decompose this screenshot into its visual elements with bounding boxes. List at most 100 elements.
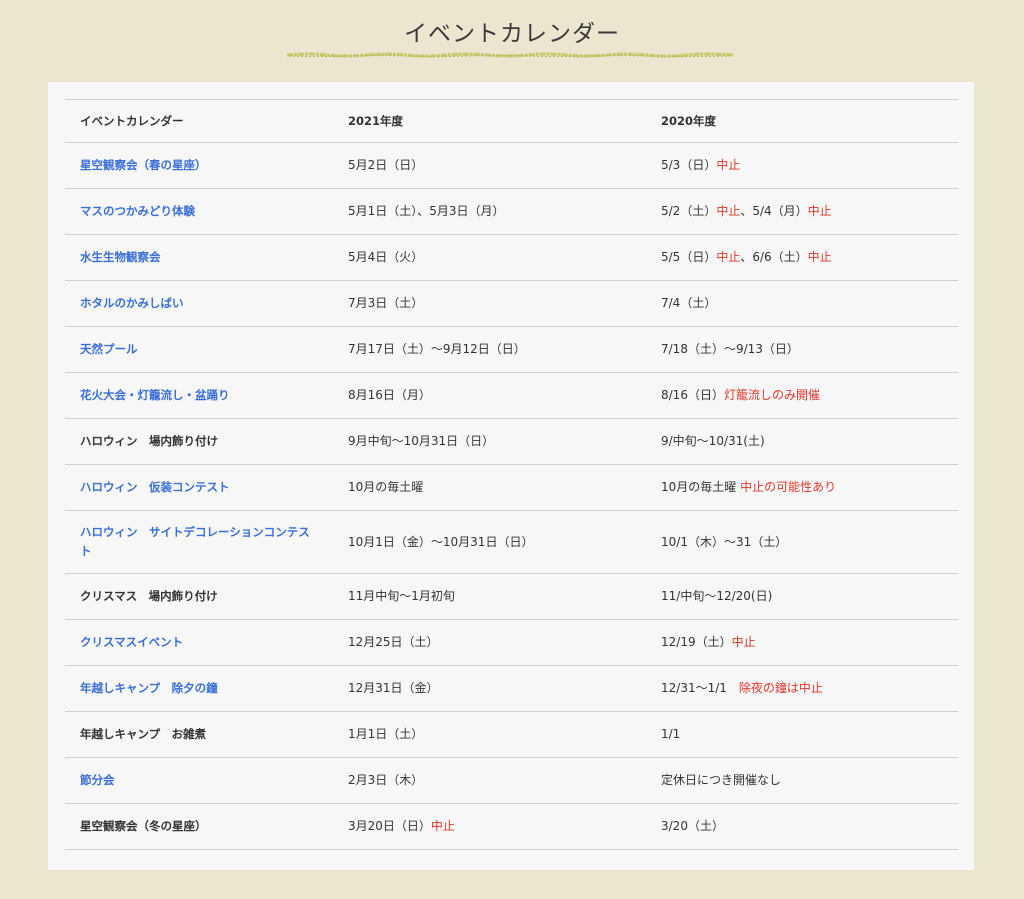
event-link[interactable]: 天然プール [80, 342, 138, 356]
date-text: 10月の毎土曜 [348, 480, 424, 494]
date-2021-cell: 9月中旬〜10月31日（日） [333, 418, 646, 465]
status-note: 中止 [430, 819, 455, 833]
table-row: クリスマスイベント 12月25日（土） 12/19（土）中止 [65, 619, 958, 666]
event-calendar-table: イベントカレンダー 2021年度 2020年度 星空観察会（春の星座） 5月2日（… [65, 99, 958, 850]
event-link[interactable]: 星空観察会（春の星座） [80, 158, 207, 172]
event-calendar-panel: イベントカレンダー 2021年度 2020年度 星空観察会（春の星座） 5月2日（… [48, 82, 974, 870]
date-text: 定休日につき開催なし [661, 773, 782, 787]
event-link[interactable]: マスのつかみどり体験 [80, 204, 195, 218]
date-2021-cell: 10月1日（金）〜10月31日（日） [333, 510, 646, 574]
table-row: 節分会 2月3日（木） 定休日につき開催なし [65, 757, 958, 804]
date-text: 12/19（土） [661, 635, 732, 649]
date-text: 1/1 [661, 727, 681, 741]
date-2021-cell: 7月3日（土） [333, 280, 646, 327]
event-name-cell: クリスマス 場内飾り付け [65, 573, 333, 620]
table-header-row: イベントカレンダー 2021年度 2020年度 [65, 99, 958, 143]
event-link[interactable]: 年越しキャンプ 除夕の鐘 [80, 681, 218, 695]
event-link[interactable]: ホタルのかみしばい [80, 296, 184, 310]
date-2021-cell: 5月2日（日） [333, 142, 646, 189]
event-name-cell: クリスマスイベント [65, 619, 333, 666]
date-2020-cell: 5/5（日）中止、6/6（土）中止 [646, 234, 958, 281]
date-text: 、5/4（月） [740, 204, 808, 218]
date-text: 12月25日（土） [348, 635, 439, 649]
date-2021-cell: 8月16日（月） [333, 372, 646, 419]
table-row: 星空観察会（冬の星座） 3月20日（日）中止 3/20（土） [65, 803, 958, 850]
date-2020-cell: 10月の毎土曜 中止の可能性あり [646, 464, 958, 511]
title-underline-decoration [287, 52, 734, 58]
date-text: 5月4日（火） [348, 250, 424, 264]
status-note: 中止 [807, 204, 832, 218]
event-name-cell: マスのつかみどり体験 [65, 188, 333, 235]
page-header: イベントカレンダー [0, 18, 1024, 50]
table-row: マスのつかみどり体験 5月1日（土）、5月3日（月） 5/2（土）中止、5/4（月）… [65, 188, 958, 235]
date-text: 8月16日（月） [348, 388, 431, 402]
date-text: 7月3日（土） [348, 296, 424, 310]
event-link[interactable]: 花火大会・灯籠流し・盆踊り [80, 388, 230, 402]
table-body: 星空観察会（春の星座） 5月2日（日） 5/3（日）中止マスのつかみどり体験 5月1日… [65, 142, 958, 850]
date-2020-cell: 8/16（日）灯籠流しのみ開催 [646, 372, 958, 419]
date-text: 5月1日（土）、5月3日（月） [348, 204, 505, 218]
date-text: 7/4（土） [661, 296, 717, 310]
event-link[interactable]: 水生生物観察会 [80, 250, 161, 264]
date-2021-cell: 5月4日（火） [333, 234, 646, 281]
date-2021-cell: 7月17日（土）〜9月12日（日） [333, 326, 646, 373]
date-2020-cell: 12/19（土）中止 [646, 619, 958, 666]
event-name: ハロウィン 場内飾り付け [80, 434, 218, 448]
status-note: 中止 [716, 250, 741, 264]
status-note: 中止の可能性あり [740, 480, 837, 494]
date-2020-cell: 12/31〜1/1 除夜の鐘は中止 [646, 665, 958, 712]
date-text: 7/18（土）〜9/13（日） [661, 342, 799, 356]
header-2020: 2020年度 [646, 99, 958, 143]
date-text: 11月中旬〜1月初旬 [348, 589, 455, 603]
status-note: 中止 [807, 250, 832, 264]
table-row: ホタルのかみしばい 7月3日（土） 7/4（土） [65, 280, 958, 327]
date-text: 10月の毎土曜 [661, 480, 741, 494]
event-link[interactable]: 節分会 [80, 773, 115, 787]
status-note: 灯籠流しのみ開催 [723, 388, 820, 402]
date-text: 9月中旬〜10月31日（日） [348, 434, 495, 448]
date-text: 11/中旬〜12/20(日) [661, 589, 773, 603]
date-text: 8/16（日） [661, 388, 724, 402]
event-link[interactable]: クリスマスイベント [80, 635, 183, 649]
date-2020-cell: 1/1 [646, 711, 958, 758]
event-name: クリスマス 場内飾り付け [80, 589, 218, 603]
table-row: 年越しキャンプ お雑煮 1月1日（土） 1/1 [65, 711, 958, 758]
table-row: クリスマス 場内飾り付け 11月中旬〜1月初旬 11/中旬〜12/20(日) [65, 573, 958, 620]
header-2021: 2021年度 [333, 99, 646, 143]
date-text: 12月31日（金） [348, 681, 439, 695]
date-2021-cell: 2月3日（木） [333, 757, 646, 804]
status-note: 中止 [716, 204, 741, 218]
date-2021-cell: 10月の毎土曜 [333, 464, 646, 511]
date-2021-cell: 12月31日（金） [333, 665, 646, 712]
date-text: 3月20日（日） [348, 819, 431, 833]
header-event: イベントカレンダー [65, 99, 333, 143]
event-name: 星空観察会（冬の星座） [80, 819, 207, 833]
date-2020-cell: 11/中旬〜12/20(日) [646, 573, 958, 620]
event-link[interactable]: ハロウィン サイトデコレーションコンテスト [80, 525, 310, 558]
date-text: 5/5（日） [661, 250, 717, 264]
event-name-cell: 水生生物観察会 [65, 234, 333, 281]
date-2020-cell: 3/20（土） [646, 803, 958, 850]
event-name-cell: 年越しキャンプ 除夕の鐘 [65, 665, 333, 712]
date-2020-cell: 7/18（土）〜9/13（日） [646, 326, 958, 373]
date-text: 1月1日（土） [348, 727, 424, 741]
date-2021-cell: 5月1日（土）、5月3日（月） [333, 188, 646, 235]
event-name: 年越しキャンプ お雑煮 [80, 727, 207, 741]
date-2020-cell: 10/1（木）〜31（土） [646, 510, 958, 574]
status-note: 除夜の鐘は中止 [738, 681, 823, 695]
date-text: 3/20（土） [661, 819, 724, 833]
date-2020-cell: 5/3（日）中止 [646, 142, 958, 189]
date-2020-cell: 定休日につき開催なし [646, 757, 958, 804]
table-row: 水生生物観察会 5月4日（火） 5/5（日）中止、6/6（土）中止 [65, 234, 958, 281]
date-2021-cell: 11月中旬〜1月初旬 [333, 573, 646, 620]
date-text: 5月2日（日） [348, 158, 424, 172]
table-row: ハロウィン 仮装コンテスト 10月の毎土曜 10月の毎土曜 中止の可能性あり [65, 464, 958, 511]
event-name-cell: 天然プール [65, 326, 333, 373]
date-text: 、6/6（土） [740, 250, 808, 264]
table-row: 天然プール 7月17日（土）〜9月12日（日） 7/18（土）〜9/13（日） [65, 326, 958, 373]
date-2021-cell: 3月20日（日）中止 [333, 803, 646, 850]
status-note: 中止 [731, 635, 756, 649]
date-2021-cell: 1月1日（土） [333, 711, 646, 758]
date-2020-cell: 7/4（土） [646, 280, 958, 327]
event-link[interactable]: ハロウィン 仮装コンテスト [80, 480, 230, 494]
